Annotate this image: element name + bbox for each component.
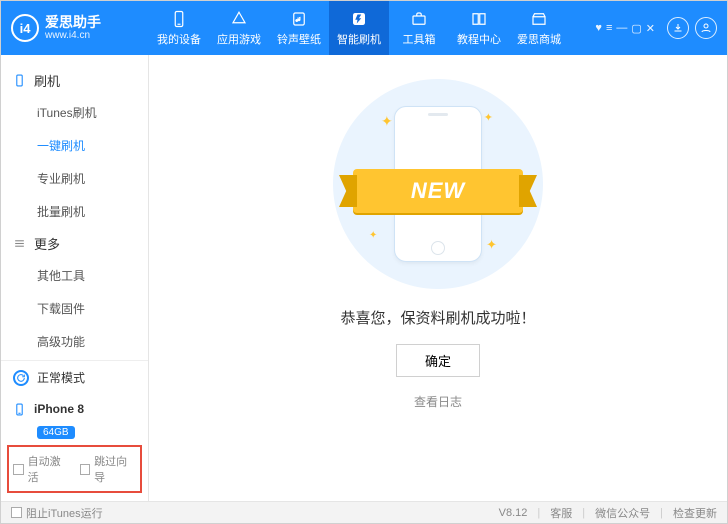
tab-my-device[interactable]: 我的设备 bbox=[149, 1, 209, 55]
body: 刷机 iTunes刷机 一键刷机 专业刷机 批量刷机 更多 其他工具 下载固件 … bbox=[1, 55, 727, 501]
mode-label: 正常模式 bbox=[37, 369, 85, 386]
sidebar: 刷机 iTunes刷机 一键刷机 专业刷机 批量刷机 更多 其他工具 下载固件 … bbox=[1, 55, 149, 501]
device-info[interactable]: iPhone 8 bbox=[1, 394, 148, 424]
sidebar-item-pro-flash[interactable]: 专业刷机 bbox=[1, 162, 148, 195]
checkbox-label: 阻止iTunes运行 bbox=[26, 505, 103, 521]
tab-apps-games[interactable]: 应用游戏 bbox=[209, 1, 269, 55]
separator: | bbox=[582, 507, 585, 519]
sidebar-bottom: 正常模式 iPhone 8 64GB 自动激活 跳过向导 bbox=[1, 360, 148, 501]
sidebar-item-other-tools[interactable]: 其他工具 bbox=[1, 259, 148, 292]
view-log-link[interactable]: 查看日志 bbox=[414, 393, 462, 410]
success-message: 恭喜您，保资料刷机成功啦！ bbox=[340, 307, 535, 328]
music-icon bbox=[290, 10, 308, 28]
tab-toolbox[interactable]: 工具箱 bbox=[389, 1, 449, 55]
new-ribbon: NEW bbox=[353, 169, 523, 213]
phone-icon bbox=[13, 74, 26, 87]
maximize-icon[interactable]: ▢ bbox=[631, 22, 641, 35]
window-controls: ♥ ≡ — ▢ ✕ bbox=[595, 22, 655, 35]
tab-label: 我的设备 bbox=[157, 31, 201, 47]
skip-guide-checkbox[interactable]: 跳过向导 bbox=[80, 453, 137, 485]
shop-icon bbox=[530, 10, 548, 28]
brand-logo-icon: i4 bbox=[11, 14, 39, 42]
tab-label: 工具箱 bbox=[403, 31, 436, 47]
sidebar-item-batch-flash[interactable]: 批量刷机 bbox=[1, 195, 148, 228]
brand-title: 爱思助手 bbox=[45, 15, 101, 30]
ok-button[interactable]: 确定 bbox=[396, 344, 480, 377]
sidebar-item-download-firmware[interactable]: 下载固件 bbox=[1, 292, 148, 325]
tab-shop[interactable]: 爱思商城 bbox=[509, 1, 569, 55]
download-icon bbox=[672, 22, 684, 34]
download-button[interactable] bbox=[667, 17, 689, 39]
title-bar: i4 爱思助手 www.i4.cn 我的设备 应用游戏 铃声壁纸 智能刷机 工具… bbox=[1, 1, 727, 55]
sidebar-cat-more: 更多 bbox=[1, 228, 148, 259]
tab-tutorials[interactable]: 教程中心 bbox=[449, 1, 509, 55]
sparkle-icon: ✦ bbox=[484, 111, 493, 124]
check-update-link[interactable]: 检查更新 bbox=[673, 505, 717, 521]
main-content: NEW ✦ ✦ ✦ ✦ 恭喜您，保资料刷机成功啦！ 确定 查看日志 bbox=[149, 55, 727, 501]
sidebar-item-itunes-flash[interactable]: iTunes刷机 bbox=[1, 96, 148, 129]
toolbox-icon bbox=[410, 10, 428, 28]
separator: | bbox=[537, 507, 540, 519]
top-tabs: 我的设备 应用游戏 铃声壁纸 智能刷机 工具箱 教程中心 爱思商城 bbox=[149, 1, 595, 55]
tab-label: 教程中心 bbox=[457, 31, 501, 47]
sidebar-item-oneclick-flash[interactable]: 一键刷机 bbox=[1, 129, 148, 162]
brand: i4 爱思助手 www.i4.cn bbox=[1, 14, 149, 42]
minimize-icon[interactable]: — bbox=[616, 22, 627, 35]
menu-icon[interactable]: ♥ bbox=[595, 22, 602, 35]
tab-label: 应用游戏 bbox=[217, 31, 261, 47]
tab-smart-flash[interactable]: 智能刷机 bbox=[329, 1, 389, 55]
support-link[interactable]: 客服 bbox=[550, 505, 572, 521]
wechat-link[interactable]: 微信公众号 bbox=[595, 505, 650, 521]
sidebar-item-advanced[interactable]: 高级功能 bbox=[1, 325, 148, 358]
status-bar: 阻止iTunes运行 V8.12 | 客服 | 微信公众号 | 检查更新 bbox=[1, 501, 727, 523]
tab-label: 智能刷机 bbox=[337, 31, 381, 47]
flash-options: 自动激活 跳过向导 bbox=[7, 445, 142, 493]
list-icon bbox=[13, 237, 26, 250]
header-right: ♥ ≡ — ▢ ✕ bbox=[595, 17, 727, 39]
device-name: iPhone 8 bbox=[34, 402, 84, 416]
sparkle-icon: ✦ bbox=[369, 230, 377, 241]
tab-label: 铃声壁纸 bbox=[277, 31, 321, 47]
flash-icon bbox=[350, 10, 368, 28]
footer-right: V8.12 | 客服 | 微信公众号 | 检查更新 bbox=[499, 505, 717, 521]
device-mode[interactable]: 正常模式 bbox=[1, 361, 148, 394]
account-button[interactable] bbox=[695, 17, 717, 39]
sparkle-icon: ✦ bbox=[486, 237, 497, 253]
book-icon bbox=[470, 10, 488, 28]
apps-icon bbox=[230, 10, 248, 28]
sidebar-cat-label: 刷机 bbox=[34, 71, 60, 90]
close-icon[interactable]: ✕ bbox=[646, 22, 655, 35]
phone-icon bbox=[13, 403, 26, 416]
storage-badge: 64GB bbox=[37, 426, 75, 439]
auto-activate-checkbox[interactable]: 自动激活 bbox=[13, 453, 70, 485]
separator: | bbox=[660, 507, 663, 519]
settings-icon[interactable]: ≡ bbox=[606, 22, 612, 35]
checkbox-label: 自动激活 bbox=[28, 453, 70, 485]
success-illustration: NEW ✦ ✦ ✦ ✦ bbox=[333, 79, 543, 289]
sidebar-cat-flash: 刷机 bbox=[1, 65, 148, 96]
refresh-icon bbox=[13, 370, 29, 386]
tab-ringtones-wallpapers[interactable]: 铃声壁纸 bbox=[269, 1, 329, 55]
checkbox-icon bbox=[11, 507, 22, 518]
checkbox-icon bbox=[80, 464, 91, 475]
checkbox-icon bbox=[13, 464, 24, 475]
version-label: V8.12 bbox=[499, 507, 528, 519]
tab-label: 爱思商城 bbox=[517, 31, 561, 47]
sparkle-icon: ✦ bbox=[381, 113, 393, 130]
phone-icon bbox=[170, 10, 188, 28]
sidebar-cat-label: 更多 bbox=[34, 234, 60, 253]
block-itunes-checkbox[interactable]: 阻止iTunes运行 bbox=[11, 505, 103, 521]
checkbox-label: 跳过向导 bbox=[94, 453, 136, 485]
brand-url: www.i4.cn bbox=[45, 30, 101, 41]
user-icon bbox=[700, 22, 712, 34]
